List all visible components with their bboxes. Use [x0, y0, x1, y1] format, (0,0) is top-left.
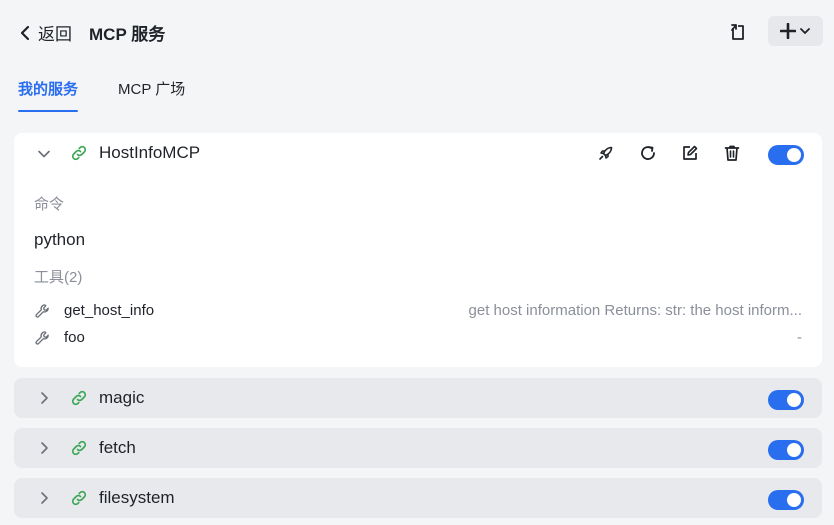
enable-toggle[interactable] — [768, 490, 804, 510]
plus-icon — [780, 23, 796, 39]
refresh-button[interactable] — [638, 143, 658, 163]
server-card-hostinfomcp: HostInfoMCP 命令 python 工具(2) get_host_inf… — [14, 133, 822, 367]
chevron-down-icon — [800, 28, 810, 34]
link-icon — [71, 440, 87, 456]
tab-mcp-square[interactable]: MCP 广场 — [118, 70, 185, 114]
chevron-down-icon[interactable] — [36, 146, 52, 162]
link-icon — [71, 145, 87, 161]
export-icon — [731, 24, 744, 40]
chevron-right-icon[interactable] — [36, 390, 52, 406]
wrench-icon — [35, 304, 49, 318]
tool-name: get_host_info — [64, 302, 155, 319]
tab-my-services[interactable]: 我的服务 — [18, 70, 79, 114]
edit-icon — [683, 145, 698, 160]
edit-button[interactable] — [680, 143, 700, 163]
server-name: magic — [99, 388, 145, 407]
refresh-icon — [641, 146, 655, 160]
tool-row: get_host_info get host information Retur… — [34, 301, 802, 323]
header: 返回 MCP 服务 — [0, 0, 834, 64]
link-icon — [71, 390, 87, 406]
server-card-magic[interactable]: magic — [14, 378, 822, 418]
enable-toggle[interactable] — [768, 440, 804, 460]
tool-row: foo - — [34, 328, 802, 350]
chevron-right-icon[interactable] — [36, 440, 52, 456]
tools-label: 工具(2) — [34, 269, 83, 286]
wrench-icon — [35, 331, 49, 345]
enable-toggle[interactable] — [768, 390, 804, 410]
trash-icon — [724, 145, 740, 161]
chevron-left-icon — [20, 25, 30, 40]
add-server-button[interactable] — [768, 16, 823, 46]
tool-name: foo — [64, 329, 85, 346]
link-icon — [71, 490, 87, 506]
command-label: 命令 — [34, 196, 65, 213]
delete-button[interactable] — [722, 143, 742, 163]
server-card-filesystem[interactable]: filesystem — [14, 478, 822, 518]
tab-bar: 我的服务 MCP 广场 — [18, 70, 185, 114]
server-name: fetch — [99, 438, 136, 457]
back-button[interactable]: 返回 — [18, 20, 72, 45]
tool-description: - — [797, 329, 802, 346]
page-title: MCP 服务 — [89, 25, 166, 44]
back-label: 返回 — [38, 25, 72, 44]
enable-toggle[interactable] — [768, 145, 804, 165]
rocket-icon — [599, 146, 613, 160]
tool-description: get host information Returns: str: the h… — [468, 302, 802, 319]
server-card-fetch[interactable]: fetch — [14, 428, 822, 468]
debug-button[interactable] — [596, 143, 616, 163]
server-name: HostInfoMCP — [99, 143, 201, 162]
chevron-right-icon[interactable] — [36, 490, 52, 506]
export-button[interactable] — [724, 18, 752, 46]
command-value: python — [34, 230, 86, 249]
server-name: filesystem — [99, 488, 175, 507]
